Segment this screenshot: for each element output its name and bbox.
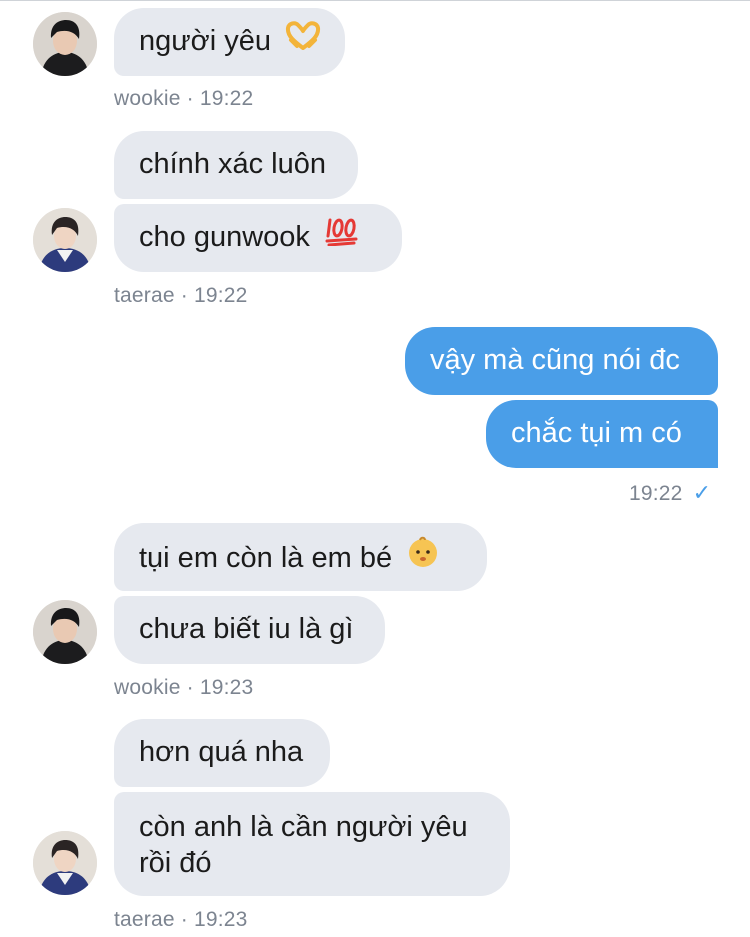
heart-hands-emoji-icon (285, 20, 321, 59)
message-meta: 19:22 ✓ (629, 480, 711, 506)
baby-emoji-icon (406, 535, 440, 578)
message-meta: taerae · 19:23 (114, 908, 248, 931)
message-bubble-incoming[interactable]: chính xác luôn (114, 131, 358, 199)
chat-screen: người yêu wookie · 19:22 chính xác luôn … (0, 0, 750, 937)
avatar-taerae[interactable] (33, 831, 97, 895)
message-bubble-incoming[interactable]: người yêu (114, 8, 345, 76)
message-text: cho gunwook (139, 221, 310, 254)
message-bubble-incoming[interactable]: chưa biết iu là gì (114, 596, 385, 664)
avatar-wookie[interactable] (33, 12, 97, 76)
message-bubble-incoming[interactable]: cho gunwook (114, 204, 402, 272)
avatar-taerae-icon (33, 208, 97, 272)
avatar-taerae-icon (33, 831, 97, 895)
message-bubble-incoming[interactable]: hơn quá nha (114, 719, 330, 787)
message-bubble-incoming[interactable]: tụi em còn là em bé (114, 523, 487, 591)
message-text: tụi em còn là em bé (139, 542, 393, 575)
message-text: còn anh là cần người yêu rồi đó (139, 811, 468, 879)
message-text: hơn quá nha (139, 736, 304, 768)
message-text: chính xác luôn (139, 148, 327, 180)
message-bubble-outgoing[interactable]: vậy mà cũng nói đc (405, 327, 718, 395)
avatar-taerae[interactable] (33, 208, 97, 272)
avatar-wookie-icon (33, 600, 97, 664)
message-meta: wookie · 19:23 (114, 676, 254, 699)
message-time: 19:22 (629, 482, 683, 505)
read-check-icon: ✓ (692, 480, 712, 505)
hundred-points-emoji-icon (324, 216, 360, 255)
message-meta: wookie · 19:22 (114, 87, 254, 110)
message-text: người yêu (139, 25, 271, 58)
message-bubble-outgoing[interactable]: chắc tụi m có (486, 400, 718, 468)
message-text: vậy mà cũng nói đc (430, 344, 680, 376)
message-text: chắc tụi m có (511, 417, 682, 449)
message-meta: taerae · 19:22 (114, 284, 248, 307)
top-divider (0, 0, 750, 1)
avatar-wookie[interactable] (33, 600, 97, 664)
message-text: chưa biết iu là gì (139, 613, 354, 645)
avatar-wookie-icon (33, 12, 97, 76)
message-bubble-incoming[interactable]: còn anh là cần người yêu rồi đó (114, 792, 510, 896)
